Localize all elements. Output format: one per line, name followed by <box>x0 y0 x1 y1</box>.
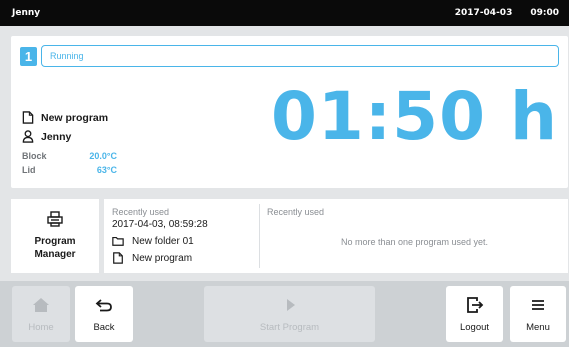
menu-label: Menu <box>526 321 550 333</box>
recent-program-name: New program <box>132 252 193 264</box>
slot-number-badge: 1 <box>20 47 37 66</box>
recently-used-heading-2: Recently used <box>267 207 325 217</box>
back-button[interactable]: Back <box>75 286 133 342</box>
recently-used-panel: Recently used 2017-04-03, 08:59:28 New f… <box>104 199 568 273</box>
run-status-bar: Running <box>41 45 559 67</box>
current-user: Jenny <box>12 8 41 18</box>
recently-used-item[interactable]: Recently used 2017-04-03, 08:59:28 New f… <box>112 207 257 264</box>
block-temperature-row: Block 20.0°C <box>22 151 117 161</box>
top-status-bar: Jenny 2017-04-03 09:00 <box>0 0 569 26</box>
program-manager-label-1: Program <box>34 236 76 247</box>
hamburger-menu-icon <box>532 299 544 310</box>
program-line: New program <box>22 111 108 124</box>
user-icon <box>22 130 34 143</box>
recent-program: New program <box>112 252 257 264</box>
run-status-panel[interactable]: 1 Running New program Jenny Block 20.0°C… <box>11 36 568 188</box>
logout-icon <box>466 296 483 313</box>
home-icon <box>33 297 49 312</box>
start-program-label: Start Program <box>259 321 320 333</box>
block-temperature-value: 20.0°C <box>89 151 117 161</box>
current-date: 2017-04-03 <box>454 8 513 18</box>
home-button[interactable]: Home <box>12 286 70 342</box>
recently-used-timestamp: 2017-04-03, 08:59:28 <box>112 219 208 230</box>
recent-folder-name: New folder 01 <box>132 235 194 247</box>
block-label: Block <box>22 151 47 161</box>
lid-label: Lid <box>22 165 36 175</box>
recently-used-secondary: Recently used <box>267 207 562 217</box>
lid-temperature-row: Lid 63°C <box>22 165 117 175</box>
back-arrow-icon <box>95 298 112 311</box>
folder-icon <box>112 236 124 246</box>
home-label: Home <box>28 321 54 333</box>
program-manager-label-2: Manager <box>34 249 76 260</box>
no-more-programs-message: No more than one program used yet. <box>340 237 489 247</box>
program-name: New program <box>41 111 109 124</box>
document-icon <box>113 252 123 264</box>
user-name: Jenny <box>41 130 72 143</box>
logout-button[interactable]: Logout <box>446 286 503 342</box>
current-time: 09:00 <box>530 8 559 18</box>
play-icon <box>286 298 295 311</box>
lid-temperature-value: 63°C <box>96 165 117 175</box>
logout-label: Logout <box>459 321 490 333</box>
recent-folder: New folder 01 <box>112 235 257 247</box>
start-program-button[interactable]: Start Program <box>204 286 375 342</box>
remaining-time: 01:50 h <box>270 78 558 155</box>
recently-used-heading: Recently used <box>112 207 170 217</box>
menu-button[interactable]: Menu <box>510 286 566 342</box>
printer-icon <box>47 211 63 227</box>
document-icon <box>22 111 34 124</box>
user-line: Jenny <box>22 130 71 143</box>
divider <box>259 204 260 268</box>
bottom-navigation-bar: Home Back Start Program Logout Menu <box>0 281 569 347</box>
run-status-text: Running <box>50 51 84 61</box>
back-label: Back <box>93 321 115 333</box>
program-manager-button[interactable]: Program Manager <box>11 199 99 273</box>
